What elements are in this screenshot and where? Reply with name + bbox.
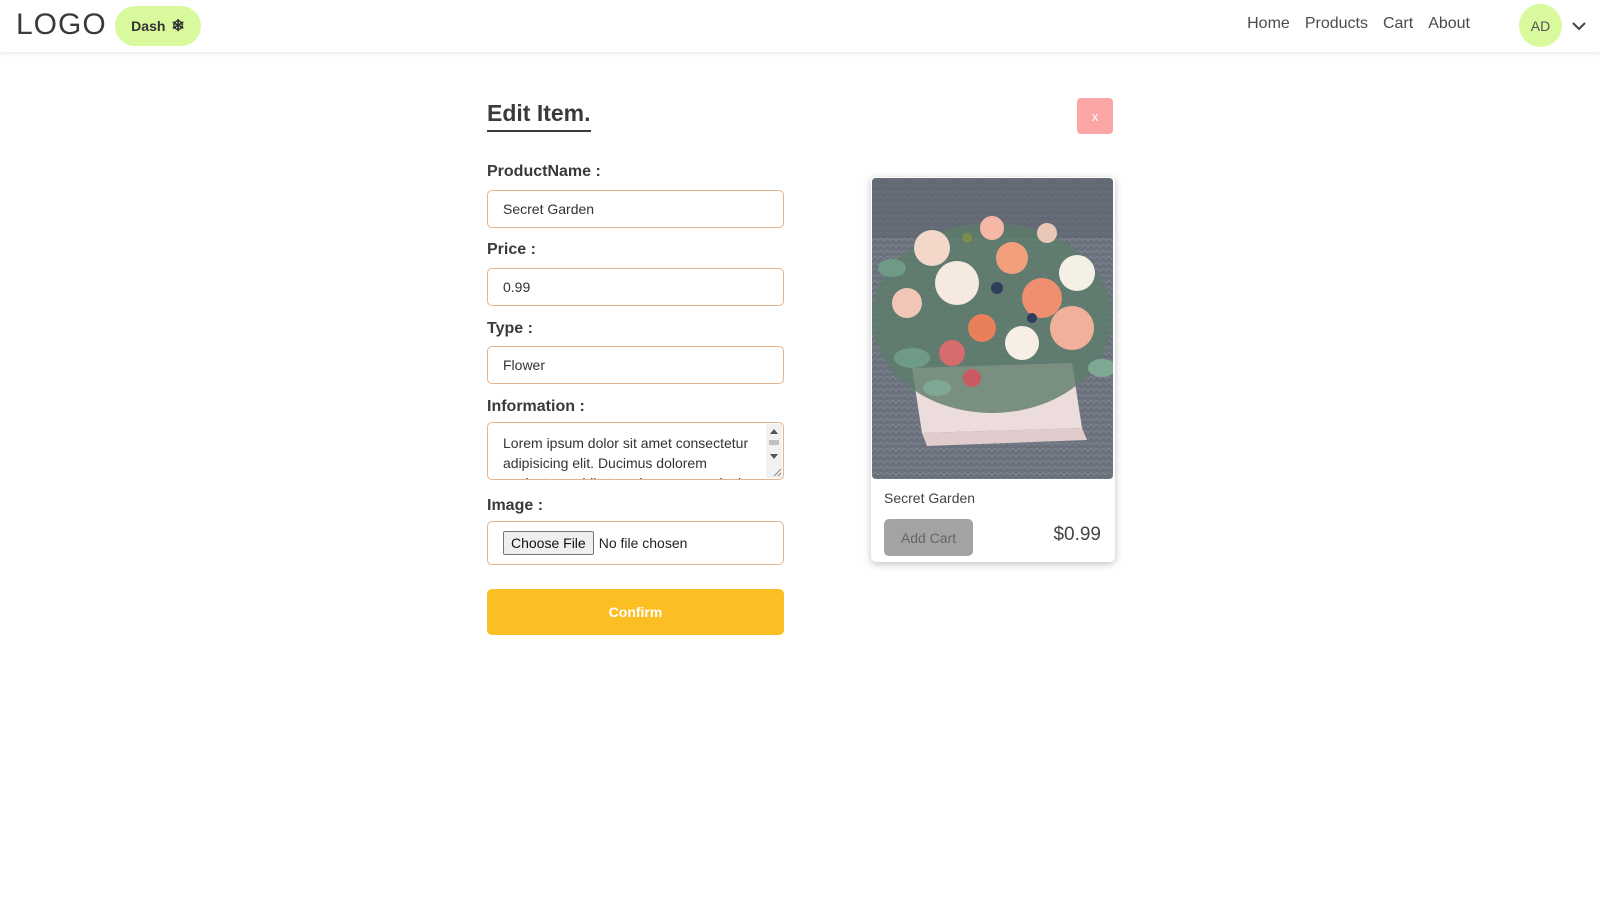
card-product-name: Secret Garden: [884, 490, 976, 506]
avatar[interactable]: AD: [1519, 4, 1562, 47]
confirm-button[interactable]: Confirm: [487, 589, 784, 635]
information-label: Information :: [487, 398, 585, 415]
type-input[interactable]: [487, 346, 784, 384]
card-price: $0.99: [1053, 524, 1101, 545]
product-image: [872, 178, 1113, 479]
price-input[interactable]: [487, 268, 784, 306]
top-navbar: LOGO Dash ❄ Home Products Cart About AD: [0, 0, 1600, 52]
type-label: Type :: [487, 320, 533, 337]
logo[interactable]: LOGO: [16, 8, 107, 42]
resize-grip-icon[interactable]: [772, 467, 782, 477]
nav-home[interactable]: Home: [1247, 15, 1290, 33]
image-file-input[interactable]: Choose File No file chosen: [487, 521, 784, 565]
close-button[interactable]: x: [1077, 98, 1113, 134]
product-name-label: ProductName :: [487, 163, 601, 180]
image-label: Image :: [487, 497, 544, 514]
scroll-up-icon[interactable]: [770, 429, 778, 434]
snowflake-icon: ❄: [171, 18, 185, 35]
chevron-down-icon[interactable]: [1570, 17, 1588, 35]
product-card: Secret Garden Add Cart $0.99: [871, 177, 1115, 562]
page-title: Edit Item.: [487, 100, 591, 132]
nav-products[interactable]: Products: [1305, 15, 1368, 33]
scroll-thumb[interactable]: [769, 440, 779, 445]
add-cart-button[interactable]: Add Cart: [884, 519, 973, 556]
nav-about[interactable]: About: [1428, 15, 1470, 33]
dash-label: Dash: [131, 18, 166, 34]
price-label: Price :: [487, 241, 536, 258]
file-status: No file chosen: [598, 535, 688, 551]
information-textarea[interactable]: Lorem ipsum dolor sit amet consectetur a…: [487, 422, 784, 480]
product-name-input[interactable]: [487, 190, 784, 228]
dash-button[interactable]: Dash ❄: [115, 6, 201, 46]
nav-cart[interactable]: Cart: [1383, 15, 1413, 33]
choose-file-button[interactable]: Choose File: [503, 531, 594, 555]
scroll-down-icon[interactable]: [770, 454, 778, 459]
main-nav: Home Products Cart About: [1247, 15, 1470, 33]
